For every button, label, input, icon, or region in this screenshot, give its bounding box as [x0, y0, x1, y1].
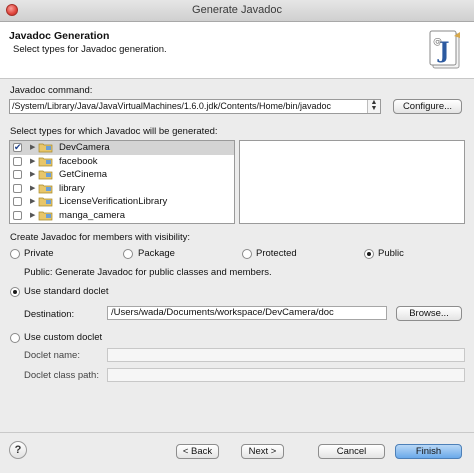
project-folder-icon: [38, 170, 53, 180]
custom-doclet-label: Use custom doclet: [24, 332, 103, 343]
window-title: Generate Javadoc: [192, 4, 282, 16]
checkbox-icon[interactable]: [13, 197, 22, 206]
project-folder-icon: [38, 143, 53, 153]
finish-button[interactable]: Finish: [395, 444, 462, 459]
expand-triangle-icon[interactable]: ▶: [30, 184, 35, 192]
tree-row-label: manga_camera: [59, 209, 126, 221]
next-button[interactable]: Next >: [241, 444, 284, 459]
tree-row-library[interactable]: ▶ library: [10, 182, 234, 196]
radio-protected-label: Protected: [256, 248, 297, 259]
radio-package-label: Package: [138, 248, 175, 259]
doclet-name-label: Doclet name:: [24, 350, 80, 361]
project-folder-icon: [38, 211, 53, 220]
expand-triangle-icon[interactable]: ▶: [30, 197, 35, 205]
doclet-name-input[interactable]: [107, 348, 465, 362]
expand-triangle-icon[interactable]: ▶: [30, 170, 35, 178]
back-button[interactable]: < Back: [176, 444, 219, 459]
radio-standard-doclet[interactable]: [10, 287, 20, 297]
tree-row-label: GetCinema: [59, 169, 108, 180]
project-folder-icon: [38, 197, 53, 207]
help-icon[interactable]: ?: [9, 441, 27, 459]
javadoc-wizard-icon: J @: [429, 30, 460, 69]
tree-row-facebook[interactable]: ▶ facebook: [10, 155, 234, 169]
checkbox-icon[interactable]: [13, 156, 22, 166]
expand-triangle-icon[interactable]: ▶: [30, 211, 35, 219]
destination-input[interactable]: /Users/wada/Documents/workspace/DevCamer…: [107, 306, 387, 320]
wizard-header: Javadoc Generation Select types for Java…: [0, 22, 474, 79]
project-folder-icon: [38, 157, 53, 166]
expand-triangle-icon[interactable]: ▶: [30, 143, 35, 151]
standard-doclet-label: Use standard doclet: [24, 286, 109, 297]
radio-protected[interactable]: [242, 249, 252, 259]
types-tree[interactable]: ✔ ▶ DevCamera ▶ facebook ▶ GetCinema ▶ l…: [9, 140, 235, 224]
configure-button[interactable]: Configure...: [393, 99, 462, 114]
checkbox-icon[interactable]: [13, 183, 22, 193]
doclet-classpath-label: Doclet class path:: [24, 370, 99, 381]
radio-custom-doclet[interactable]: [10, 333, 20, 343]
destination-value: /Users/wada/Documents/workspace/DevCamer…: [111, 307, 334, 318]
title-bar: Generate Javadoc: [0, 0, 474, 22]
tree-row-label: DevCamera: [59, 142, 110, 153]
tree-row-getcinema[interactable]: ▶ GetCinema: [10, 168, 234, 182]
radio-private-label: Private: [24, 248, 54, 259]
radio-package[interactable]: [123, 249, 133, 259]
cancel-button[interactable]: Cancel: [318, 444, 385, 459]
doclet-classpath-input[interactable]: [107, 368, 465, 382]
radio-public[interactable]: [364, 249, 374, 259]
wizard-title: Javadoc Generation: [9, 30, 110, 42]
chevron-updown-icon[interactable]: ▲ ▼: [367, 100, 380, 113]
radio-private[interactable]: [10, 249, 20, 259]
tree-row-label: library: [59, 182, 85, 194]
tree-row-label: facebook: [59, 155, 98, 167]
javadoc-command-value: /System/Library/Java/JavaVirtualMachines…: [12, 101, 331, 111]
project-folder-icon: [38, 184, 53, 193]
types-member-list[interactable]: [239, 140, 465, 224]
destination-label: Destination:: [24, 309, 75, 320]
javadoc-command-label: Javadoc command:: [10, 85, 93, 96]
checkbox-icon[interactable]: [13, 170, 22, 179]
checkbox-checked-icon[interactable]: ✔: [13, 143, 22, 152]
tree-row-manga-camera[interactable]: ▶ manga_camera: [10, 209, 234, 223]
svg-text:@: @: [433, 37, 442, 47]
footer-separator: [0, 432, 474, 433]
visibility-description: Public: Generate Javadoc for public clas…: [24, 267, 272, 278]
tree-row-label: LicenseVerificationLibrary: [59, 196, 168, 207]
radio-public-label: Public: [378, 248, 404, 259]
visibility-label: Create Javadoc for members with visibili…: [10, 232, 191, 243]
generate-javadoc-dialog: Generate Javadoc Javadoc Generation Sele…: [0, 0, 474, 473]
browse-button[interactable]: Browse...: [396, 306, 462, 321]
javadoc-command-combo[interactable]: /System/Library/Java/JavaVirtualMachines…: [9, 99, 381, 114]
wizard-subtitle: Select types for Javadoc generation.: [13, 44, 167, 55]
types-label: Select types for which Javadoc will be g…: [10, 126, 218, 137]
window-close-button[interactable]: [6, 4, 18, 16]
checkbox-icon[interactable]: [13, 210, 22, 220]
tree-row-devcamera[interactable]: ✔ ▶ DevCamera: [10, 141, 234, 155]
tree-row-licenseverificationlibrary[interactable]: ▶ LicenseVerificationLibrary: [10, 195, 234, 209]
expand-triangle-icon[interactable]: ▶: [30, 157, 35, 165]
